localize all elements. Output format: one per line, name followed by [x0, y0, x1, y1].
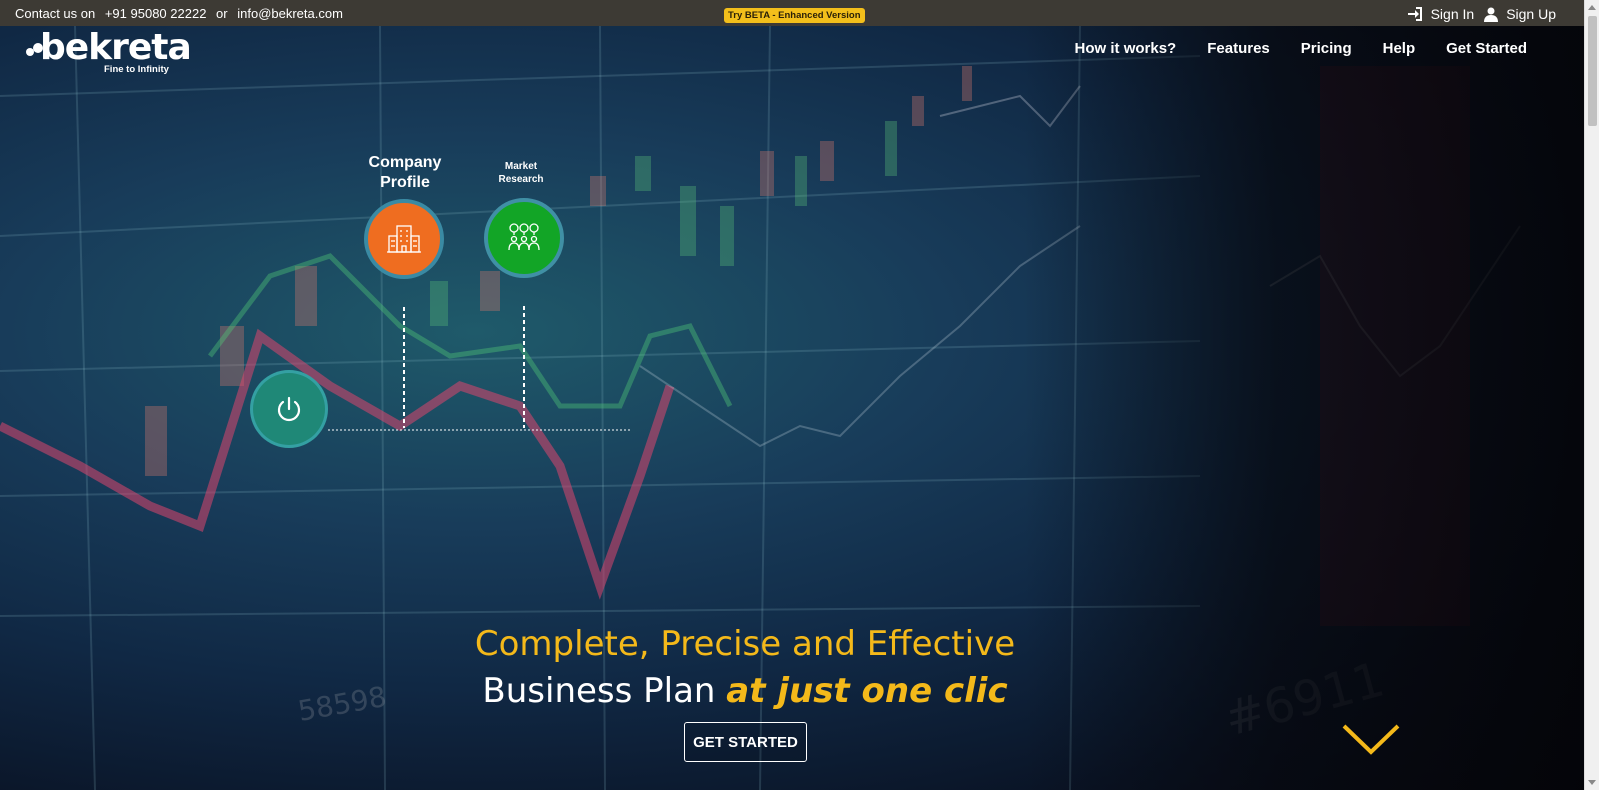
nav-features[interactable]: Features: [1207, 40, 1270, 57]
headline-emphasis: at just one clic: [726, 671, 1008, 711]
get-started-button[interactable]: GET STARTED: [684, 722, 807, 762]
market-research-label: Market Research: [480, 161, 562, 186]
nav-help[interactable]: Help: [1383, 40, 1416, 57]
headline-line-1: Complete, Precise and Effective: [474, 624, 1016, 664]
market-research-label-line2: Research: [498, 173, 544, 185]
chevron-down-icon[interactable]: [1342, 722, 1400, 756]
phone-link[interactable]: +91 95080 22222: [105, 6, 207, 21]
company-profile-node[interactable]: [364, 199, 444, 279]
nav-how-it-works[interactable]: How it works?: [1075, 40, 1177, 57]
sign-up-label: Sign Up: [1506, 6, 1556, 22]
sign-in-label: Sign In: [1430, 6, 1475, 22]
headline-line-2-text: Business Plan: [482, 671, 716, 711]
company-profile-label-line1: Company: [368, 154, 442, 171]
nav-get-started[interactable]: Get Started: [1446, 40, 1527, 57]
sign-up-link[interactable]: Sign Up: [1484, 6, 1556, 22]
vertical-scrollbar[interactable]: [1584, 0, 1599, 790]
contact-label: Contact us on: [15, 6, 96, 21]
auth-links: Sign In Sign Up: [1407, 6, 1556, 22]
market-research-label-line1: Market: [504, 161, 538, 172]
headline-line-2: Business Plan at just one clic: [0, 666, 1490, 716]
or-text: or: [216, 6, 228, 21]
logo-dots-icon: [26, 43, 43, 56]
scrollbar-thumb[interactable]: [1588, 16, 1597, 126]
building-icon: [387, 225, 421, 253]
company-profile-label-line2: Profile: [380, 174, 430, 191]
email-link[interactable]: info@bekreta.com: [237, 6, 343, 21]
contact-bar: Contact us on +91 95080 22222 or info@be…: [0, 0, 1584, 26]
audience-research-icon: [508, 223, 540, 251]
power-node[interactable]: [250, 370, 328, 448]
bekreta-logo[interactable]: bekreta Fine to Infinity: [26, 27, 192, 75]
page: 58598 #6911 Contact us on +91 95080 2222…: [0, 0, 1599, 790]
user-icon: [1484, 7, 1499, 22]
nav-pricing[interactable]: Pricing: [1301, 40, 1352, 57]
sign-in-icon: [1407, 7, 1422, 21]
sign-in-link[interactable]: Sign In: [1407, 6, 1475, 22]
contact-info: Contact us on +91 95080 22222 or info@be…: [15, 6, 349, 21]
power-icon: [277, 396, 301, 422]
company-profile-label: Company Profile: [340, 153, 470, 193]
hero-headline: Complete, Precise and Effective Business…: [0, 622, 1490, 716]
beta-badge[interactable]: Try BETA - Enhanced Version: [724, 8, 865, 23]
logo-tagline: Fine to Infinity: [104, 64, 169, 75]
scroll-up-arrow-icon[interactable]: [1588, 5, 1596, 10]
market-research-node[interactable]: [484, 198, 564, 278]
main-nav: How it works? Features Pricing Help Get …: [1075, 40, 1527, 57]
scroll-down-arrow-icon[interactable]: [1588, 780, 1596, 785]
logo-wordmark: bekreta: [40, 27, 192, 68]
